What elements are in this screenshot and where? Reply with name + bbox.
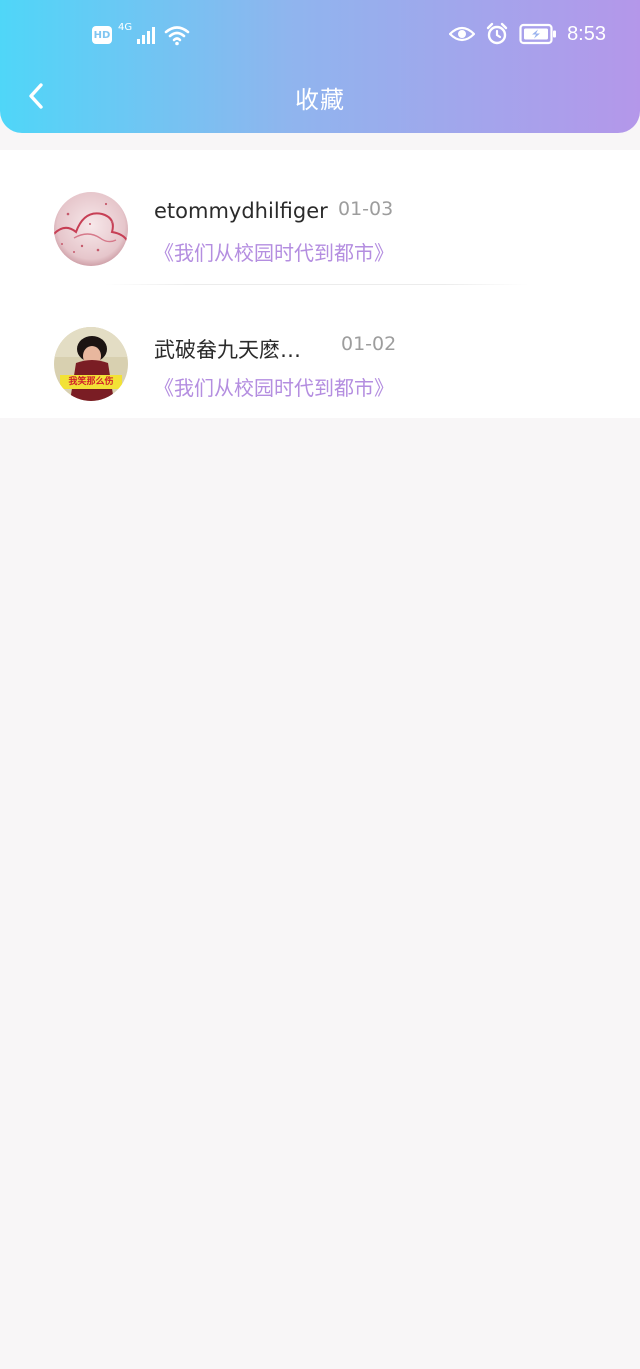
user-name: etommydhilfiger [154, 199, 328, 223]
hd-icon: HD [92, 26, 112, 44]
alarm-icon [486, 22, 508, 45]
favorite-date: 01-02 [341, 333, 397, 355]
avatar-image [54, 192, 128, 266]
favorite-date: 01-03 [338, 198, 394, 220]
list-item[interactable]: 我笑那么伤 武破畚九天麽… 01-02 《我们从校园时代到都市》 [0, 284, 640, 418]
network-type: 4G [118, 21, 133, 33]
status-left: HD 4G [92, 21, 190, 46]
avatar[interactable]: 我笑那么伤 [54, 327, 128, 401]
wifi-icon [164, 26, 190, 46]
avatar[interactable] [54, 192, 128, 266]
favorite-title-link[interactable]: 《我们从校园时代到都市》 [154, 237, 394, 266]
battery-icon [519, 23, 557, 45]
user-name: 武破畚九天麽… [154, 338, 301, 362]
header: HD 4G 8:53 收藏 [0, 0, 640, 133]
avatar-image [54, 327, 128, 401]
status-bar: HD 4G 8:53 [0, 0, 640, 74]
nav-bar: 收藏 [0, 74, 640, 120]
favorite-title-link[interactable]: 《我们从校园时代到都市》 [154, 372, 394, 401]
signal-icon [137, 27, 156, 44]
status-time: 8:53 [567, 22, 606, 45]
avatar-caption: 我笑那么伤 [68, 377, 114, 387]
list-item[interactable]: etommydhilfiger 01-03 《我们从校园时代到都市》 [0, 150, 640, 284]
favorites-list: etommydhilfiger 01-03 《我们从校园时代到都市》 我笑那么伤… [0, 150, 640, 418]
page-title: 收藏 [295, 86, 345, 114]
status-right: 8:53 [449, 22, 606, 46]
eye-icon [449, 26, 476, 42]
